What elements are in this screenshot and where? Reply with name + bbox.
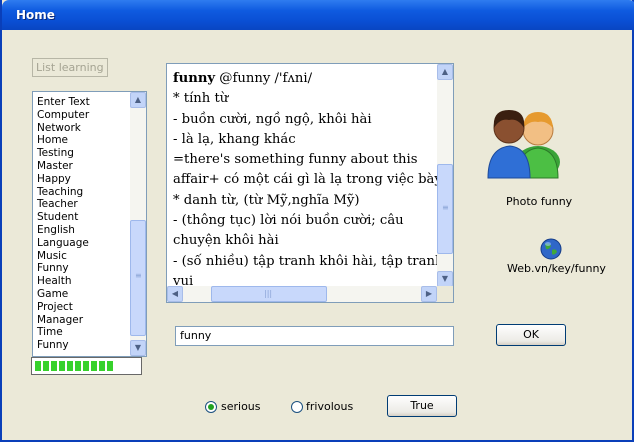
list-item[interactable]: Music (37, 250, 90, 263)
scroll-right-icon[interactable]: ▶ (421, 286, 437, 302)
scroll-up-icon[interactable]: ▲ (130, 92, 146, 108)
progress-segment (43, 361, 49, 371)
scroll-thumb[interactable]: ||| (211, 286, 327, 302)
list-item[interactable]: Enter Text (37, 96, 90, 109)
scroll-left-icon[interactable]: ◀ (167, 286, 183, 302)
scroll-down-icon[interactable]: ▼ (437, 271, 453, 287)
definition-vscrollbar[interactable]: ▲ ≡ ▼ (437, 64, 453, 287)
list-item[interactable]: Master (37, 160, 90, 173)
definition-headline: funny @funny /'fʌni/ (173, 69, 435, 89)
definition-line: - (thông tục) lời nói buồn cười; câu (173, 213, 404, 229)
window-title: Home (16, 8, 55, 22)
word-list[interactable]: Enter Text Computer Network Home Testing Mast… (32, 91, 147, 357)
definition-line: - buồn cười, ngồ ngộ, khôi hài (173, 111, 372, 127)
progress-segment (51, 361, 57, 371)
progress-segment (83, 361, 89, 371)
progress-segment (35, 361, 41, 371)
scroll-up-icon[interactable]: ▲ (437, 64, 453, 80)
word-list-scrollbar[interactable]: ▲ ≡ ▼ (130, 92, 146, 356)
users-icon[interactable] (484, 98, 562, 180)
scroll-corner (437, 286, 453, 302)
photo-caption: Photo funny (506, 195, 573, 208)
progress-segment (91, 361, 97, 371)
list-item[interactable]: Manager (37, 314, 90, 327)
definition-line: - là lạ, khang khác (173, 131, 296, 147)
scroll-thumb[interactable]: ≡ (437, 164, 453, 254)
list-item[interactable]: English (37, 224, 90, 237)
frivolous-label[interactable]: frivolous (306, 400, 353, 413)
list-item[interactable]: Teacher (37, 198, 90, 211)
list-item[interactable]: Game (37, 288, 90, 301)
progress-segment (99, 361, 105, 371)
list-item[interactable]: Time (37, 326, 90, 339)
list-item[interactable]: Student (37, 211, 90, 224)
serious-label[interactable]: serious (221, 400, 261, 413)
progress-fill (35, 361, 113, 371)
true-button[interactable]: True (387, 395, 457, 417)
list-item[interactable]: Funny (37, 262, 90, 275)
list-item[interactable]: Testing (37, 147, 90, 160)
progress-segment (67, 361, 73, 371)
globe-icon[interactable] (540, 238, 562, 260)
list-item[interactable]: Health (37, 275, 90, 288)
definition-line: =there's something funny about this (173, 152, 418, 168)
definition-line: affair+ có một cái gì là lạ trong việc b… (173, 172, 442, 188)
scroll-thumb[interactable]: ≡ (130, 220, 146, 336)
title-bar: Home (2, 0, 634, 30)
pronunciation: @funny /'fʌni/ (215, 71, 313, 86)
frivolous-radio[interactable] (291, 401, 303, 413)
list-learning-button[interactable]: List learning (32, 58, 108, 77)
web-link[interactable]: Web.vn/key/funny (507, 262, 606, 275)
ok-button[interactable]: OK (496, 324, 566, 346)
main-window: Home List learning Enter Text Computer Net… (0, 0, 634, 442)
definition-view[interactable]: funny @funny /'fʌni/ * tính từ - buồn cườ… (166, 63, 454, 303)
list-item[interactable]: Network (37, 122, 90, 135)
list-item[interactable]: Computer (37, 109, 90, 122)
serious-radio[interactable] (205, 401, 217, 413)
progress-segment (107, 361, 113, 371)
definition-line: * danh từ, (từ Mỹ,nghĩa Mỹ) (173, 192, 360, 208)
list-item[interactable]: Project (37, 301, 90, 314)
search-input[interactable]: funny (175, 326, 454, 346)
word-list-items: Enter Text Computer Network Home Testing Mast… (37, 96, 90, 352)
list-item[interactable]: Happy (37, 173, 90, 186)
list-item[interactable]: Teaching (37, 186, 90, 199)
scroll-down-icon[interactable]: ▼ (130, 340, 146, 356)
definition-line: * tính từ (173, 91, 229, 107)
progress-segment (75, 361, 81, 371)
definition-line: chuyện khôi hài (173, 233, 279, 249)
list-item[interactable]: Language (37, 237, 90, 250)
definition-hscrollbar[interactable]: ◀ ||| ▶ (167, 286, 437, 302)
progress-bar (31, 357, 142, 375)
definition-lines: * tính từ - buồn cười, ngồ ngộ, khôi hài -… (173, 89, 444, 292)
list-item[interactable]: Home (37, 134, 90, 147)
progress-segment (59, 361, 65, 371)
list-item[interactable]: Funny (37, 339, 90, 352)
definition-text: funny @funny /'fʌni/ * tính từ - buồn cườ… (173, 69, 444, 292)
definition-line: - (số nhiều) tập tranh khôi hài, tập tra… (173, 253, 444, 269)
headword: funny (173, 71, 216, 86)
